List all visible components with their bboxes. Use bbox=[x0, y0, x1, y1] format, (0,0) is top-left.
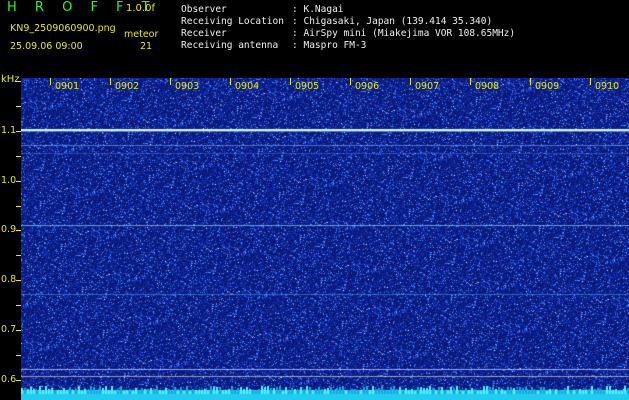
location-key: Receiving Location bbox=[181, 16, 284, 27]
freq-label: 1.1 bbox=[1, 125, 17, 136]
time-tick bbox=[50, 78, 51, 85]
time-tick bbox=[350, 78, 351, 85]
freq-label: 0.7 bbox=[1, 324, 17, 335]
time-label: 0906 bbox=[355, 81, 380, 92]
version-label: 1.0.0f bbox=[126, 3, 155, 14]
freq-label: 0.6 bbox=[1, 374, 17, 385]
time-label: 0905 bbox=[295, 81, 320, 92]
receiver-key: Receiver bbox=[181, 28, 227, 39]
header-panel: H R O F F T 1.0.0f KN9_2509060900.png me… bbox=[0, 0, 629, 74]
freq-label: 1.0 bbox=[1, 175, 17, 186]
meteor-label: meteor bbox=[124, 29, 159, 40]
time-label: 0904 bbox=[235, 81, 260, 92]
time-tick bbox=[530, 78, 531, 85]
time-tick bbox=[470, 78, 471, 85]
time-label: 0909 bbox=[535, 81, 560, 92]
antenna-value: : Maspro FM-3 bbox=[292, 40, 367, 51]
observer-key: Observer bbox=[181, 4, 227, 15]
freq-label: 0.8 bbox=[1, 274, 17, 285]
time-label: 0907 bbox=[415, 81, 440, 92]
khz-unit-label: kHz bbox=[1, 74, 20, 85]
datetime-label: 25.09.06 09:00 bbox=[10, 41, 83, 52]
time-label: 0901 bbox=[55, 81, 80, 92]
time-label: 0903 bbox=[175, 81, 200, 92]
meteor-count: 21 bbox=[140, 41, 153, 52]
location-value: : Chigasaki, Japan (139.414 35.340) bbox=[292, 16, 493, 27]
time-label: 0908 bbox=[475, 81, 500, 92]
time-tick bbox=[230, 78, 231, 85]
time-tick bbox=[110, 78, 111, 85]
antenna-key: Receiving antenna bbox=[181, 40, 279, 51]
freq-label: 0.9 bbox=[1, 224, 17, 235]
time-tick bbox=[170, 78, 171, 85]
time-tick bbox=[590, 78, 591, 85]
observer-value: : K.Nagai bbox=[292, 4, 344, 15]
time-label: 0902 bbox=[115, 81, 140, 92]
receiver-value: : AirSpy mini (Miakejima VOR 108.65MHz) bbox=[292, 28, 516, 39]
time-tick bbox=[410, 78, 411, 85]
waterfall-canvas bbox=[21, 78, 629, 400]
time-tick bbox=[290, 78, 291, 85]
time-label: 0910 bbox=[595, 81, 620, 92]
filename-label: KN9_2509060900.png bbox=[10, 23, 116, 34]
spectrogram-waterfall: 0901 0902 0903 0904 0905 0906 0907 0908 … bbox=[21, 78, 629, 400]
